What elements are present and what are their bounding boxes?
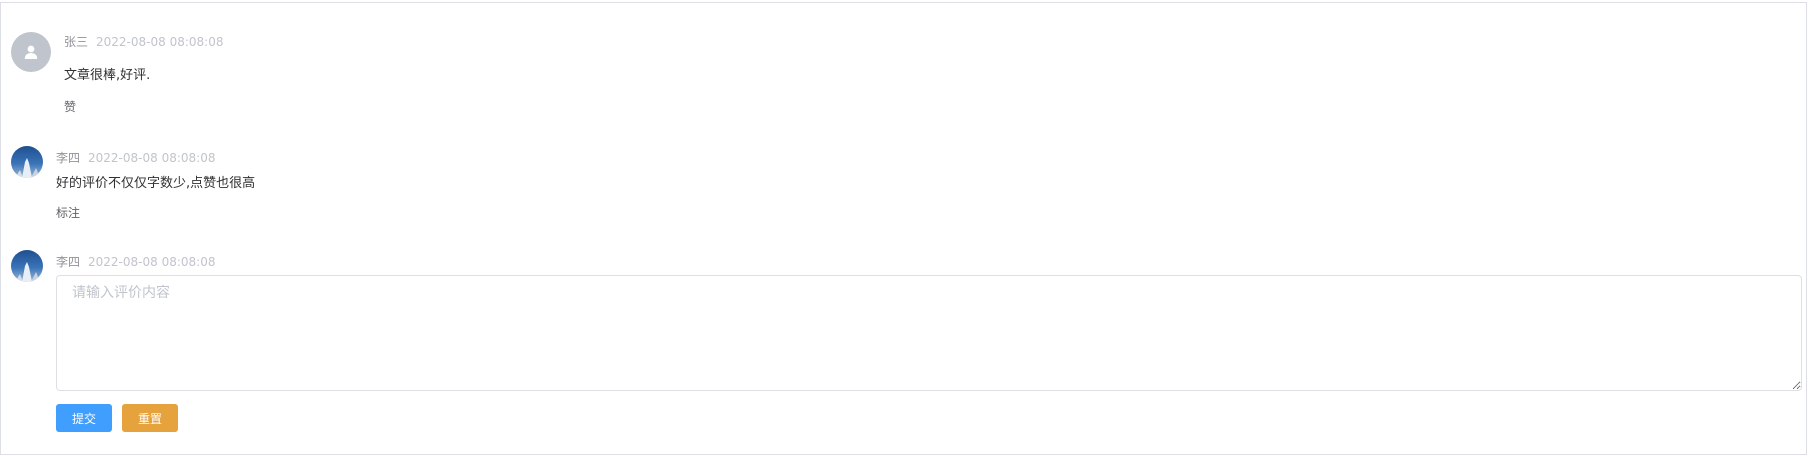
reply-time: 2022-08-08 08:08:08 (88, 255, 216, 269)
comment-content: 文章很棒,好评. (64, 68, 151, 83)
like-link[interactable]: 赞 (64, 98, 76, 115)
comment-meta: 张三 2022-08-08 08:08:08 (64, 33, 223, 50)
comment-meta: 李四 2022-08-08 08:08:08 (56, 149, 215, 166)
reply-avatar-photo (11, 250, 43, 282)
comment-panel: 张三 2022-08-08 08:08:08 文章很棒,好评. 赞 李四 2022-… (0, 2, 1807, 455)
user-avatar-photo (11, 146, 43, 178)
reply-author: 李四 (56, 255, 81, 269)
avatar-image (11, 250, 43, 282)
annotate-link[interactable]: 标注 (56, 204, 80, 221)
comment-author: 张三 (64, 35, 89, 49)
review-textarea[interactable] (56, 275, 1802, 391)
user-avatar (11, 32, 51, 72)
comment-time: 2022-08-08 08:08:08 (88, 151, 216, 165)
submit-button[interactable]: 提交 (56, 404, 112, 432)
reply-meta: 李四 2022-08-08 08:08:08 (56, 253, 215, 270)
user-icon (24, 45, 38, 59)
avatar-image (11, 146, 43, 178)
reset-button[interactable]: 重置 (122, 404, 178, 432)
comment-author: 李四 (56, 151, 81, 165)
comment-time: 2022-08-08 08:08:08 (96, 35, 224, 49)
comment-content: 好的评价不仅仅字数少,点赞也很高 (56, 176, 256, 191)
